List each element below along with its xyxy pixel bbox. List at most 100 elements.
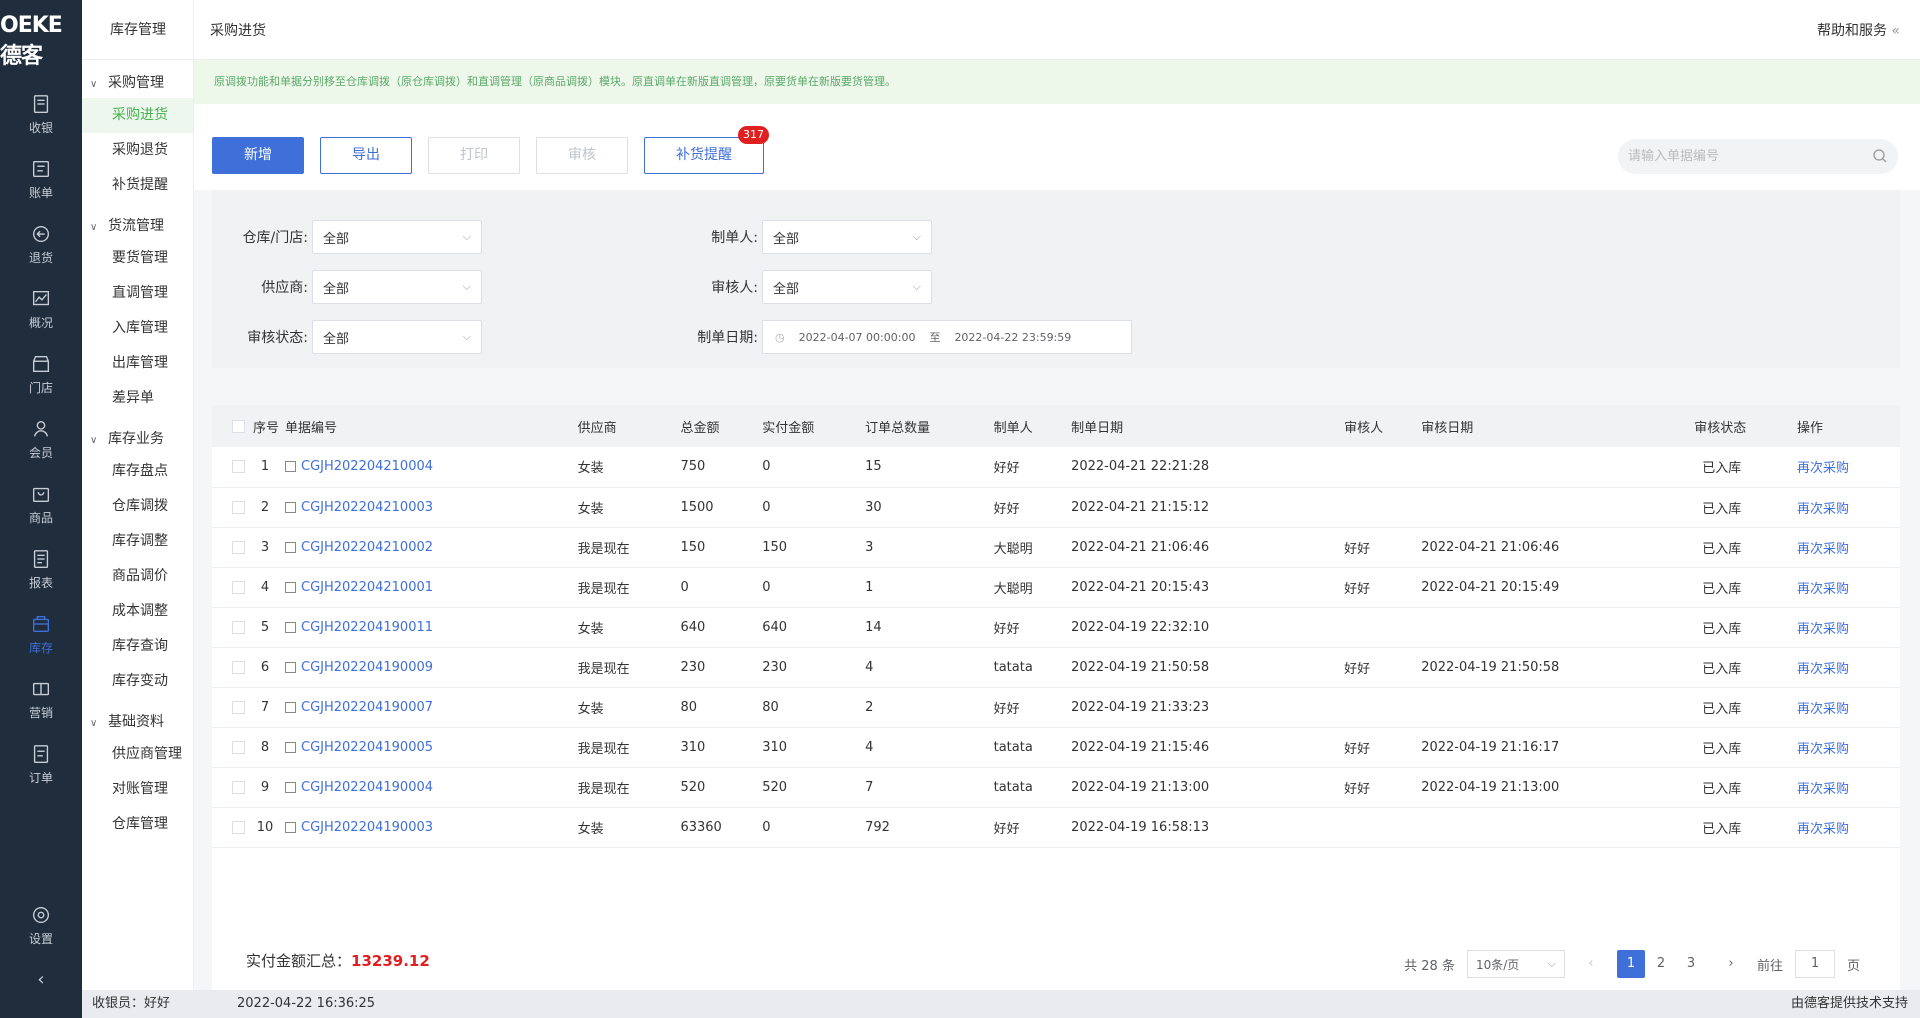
- nav-item-settings[interactable]: 设置: [0, 893, 82, 958]
- next-page-icon[interactable]: ›: [1717, 950, 1745, 978]
- page-number[interactable]: 1: [1616, 950, 1645, 978]
- repurchase-link[interactable]: 再次采购: [1797, 582, 1849, 597]
- help-service-link[interactable]: 帮助和服务 «: [1817, 20, 1900, 40]
- nav-item-marketing[interactable]: 营销: [0, 667, 82, 732]
- repurchase-link[interactable]: 再次采购: [1797, 822, 1849, 837]
- goto-page-input[interactable]: 1: [1794, 950, 1835, 978]
- copy-icon[interactable]: [285, 741, 296, 753]
- repurchase-link[interactable]: 再次采购: [1797, 702, 1849, 717]
- supplier-select[interactable]: 全部 ⌵: [312, 270, 482, 304]
- nav-item-label: 报表: [28, 576, 53, 590]
- repurchase-link[interactable]: 再次采购: [1797, 622, 1849, 637]
- copy-icon[interactable]: [285, 661, 296, 673]
- submenu-item[interactable]: 商品调价: [82, 559, 193, 594]
- repurchase-link[interactable]: 再次采购: [1797, 461, 1849, 476]
- add-button[interactable]: 新增: [212, 137, 304, 174]
- submenu-item[interactable]: 对账管理: [82, 772, 193, 807]
- copy-icon[interactable]: [285, 821, 296, 833]
- page-number[interactable]: 3: [1677, 950, 1705, 978]
- export-button[interactable]: 导出: [320, 137, 412, 174]
- repurchase-link[interactable]: 再次采购: [1797, 662, 1849, 677]
- table-cell: 0: [680, 567, 763, 608]
- order-number-link[interactable]: CGJH202204190009: [301, 660, 433, 675]
- print-button[interactable]: 打印: [428, 137, 520, 174]
- submenu-item[interactable]: 仓库调拨: [82, 489, 193, 524]
- row-checkbox[interactable]: [232, 660, 245, 674]
- nav-item-store[interactable]: 门店: [0, 342, 82, 407]
- row-checkbox[interactable]: [232, 780, 245, 794]
- order-number-link[interactable]: CGJH202204190003: [301, 820, 433, 835]
- row-checkbox[interactable]: [232, 620, 245, 634]
- copy-icon[interactable]: [285, 461, 296, 473]
- submenu-item[interactable]: 直调管理: [82, 276, 193, 311]
- submenu-group-header[interactable]: ∨ 货流管理: [82, 211, 193, 241]
- audit-button[interactable]: 审核: [536, 137, 628, 174]
- submenu-item[interactable]: 补货提醒: [82, 168, 193, 203]
- creator-select[interactable]: 全部 ⌵: [762, 220, 932, 254]
- row-checkbox[interactable]: [232, 540, 245, 554]
- submenu-item[interactable]: 出库管理: [82, 346, 193, 381]
- copy-icon[interactable]: [285, 541, 296, 553]
- nav-item-bill[interactable]: 账单: [0, 147, 82, 212]
- row-checkbox[interactable]: [232, 500, 245, 514]
- submenu-item[interactable]: 库存盘点: [82, 454, 193, 489]
- search-icon[interactable]: [1872, 148, 1888, 164]
- date-range-picker[interactable]: ◷ 2022-04-07 00:00:00 至 2022-04-22 23:59…: [762, 320, 1132, 354]
- submenu-item[interactable]: 库存调整: [82, 524, 193, 559]
- submenu-item[interactable]: 库存变动: [82, 664, 193, 699]
- nav-item-inventory[interactable]: 库存: [0, 602, 82, 667]
- submenu-item[interactable]: 采购退货: [82, 133, 193, 168]
- order-number-link[interactable]: CGJH202204190011: [301, 620, 433, 635]
- warehouse-select[interactable]: 全部 ⌵: [312, 220, 482, 254]
- search-input[interactable]: 请输入单据编号: [1618, 139, 1898, 174]
- nav-item-order[interactable]: 订单: [0, 732, 82, 797]
- row-checkbox[interactable]: [232, 740, 245, 754]
- page-size-select[interactable]: 10条/页 ⌵: [1466, 950, 1565, 978]
- copy-icon[interactable]: [285, 701, 296, 713]
- submenu-item[interactable]: 采购进货: [82, 98, 193, 133]
- repurchase-link[interactable]: 再次采购: [1797, 502, 1849, 517]
- table-cell: 2022-04-19 16:58:13: [1071, 807, 1345, 848]
- order-number-link[interactable]: CGJH202204210004: [301, 459, 433, 474]
- order-number-link[interactable]: CGJH202204190005: [301, 740, 433, 755]
- auditor-select[interactable]: 全部 ⌵: [762, 270, 932, 304]
- nav-item-member[interactable]: 会员: [0, 407, 82, 472]
- submenu-group-header[interactable]: ∨ 基础资料: [82, 707, 193, 737]
- restock-reminder-button[interactable]: 补货提醒 317: [644, 126, 769, 174]
- repurchase-link[interactable]: 再次采购: [1797, 742, 1849, 757]
- copy-icon[interactable]: [285, 621, 296, 633]
- select-all-checkbox[interactable]: [232, 419, 245, 433]
- status-select[interactable]: 全部 ⌵: [312, 320, 482, 354]
- repurchase-link[interactable]: 再次采购: [1797, 542, 1849, 557]
- order-number-link[interactable]: CGJH202204210003: [301, 500, 433, 515]
- submenu-item[interactable]: 成本调整: [82, 594, 193, 629]
- submenu-group-header[interactable]: ∨ 库存业务: [82, 424, 193, 454]
- submenu-item[interactable]: 仓库管理: [82, 807, 193, 842]
- copy-icon[interactable]: [285, 581, 296, 593]
- copy-icon[interactable]: [285, 781, 296, 793]
- order-number-link[interactable]: CGJH202204210002: [301, 540, 433, 555]
- nav-item-cashier[interactable]: 收银: [0, 82, 82, 147]
- order-number-link[interactable]: CGJH202204190004: [301, 780, 433, 795]
- order-number-link[interactable]: CGJH202204190007: [301, 700, 433, 715]
- row-checkbox[interactable]: [232, 580, 245, 594]
- collapse-sidebar-icon[interactable]: ‹: [0, 969, 82, 990]
- submenu-item[interactable]: 入库管理: [82, 311, 193, 346]
- nav-item-goods[interactable]: 商品: [0, 472, 82, 537]
- submenu-item[interactable]: 要货管理: [82, 241, 193, 276]
- row-checkbox[interactable]: [232, 460, 245, 474]
- nav-item-report[interactable]: 报表: [0, 537, 82, 602]
- copy-icon[interactable]: [285, 501, 296, 513]
- submenu-item[interactable]: 供应商管理: [82, 737, 193, 772]
- submenu-item[interactable]: 库存查询: [82, 629, 193, 664]
- row-checkbox[interactable]: [232, 820, 245, 834]
- prev-page-icon[interactable]: ‹: [1577, 950, 1605, 978]
- submenu-item[interactable]: 差异单: [82, 381, 193, 416]
- repurchase-link[interactable]: 再次采购: [1797, 782, 1849, 797]
- nav-item-return[interactable]: 退货: [0, 212, 82, 277]
- row-checkbox[interactable]: [232, 700, 245, 714]
- submenu-group-header[interactable]: ∨ 采购管理: [82, 68, 193, 98]
- order-number-link[interactable]: CGJH202204210001: [301, 580, 433, 595]
- nav-item-overview[interactable]: 概况: [0, 277, 82, 342]
- page-number[interactable]: 2: [1647, 950, 1675, 978]
